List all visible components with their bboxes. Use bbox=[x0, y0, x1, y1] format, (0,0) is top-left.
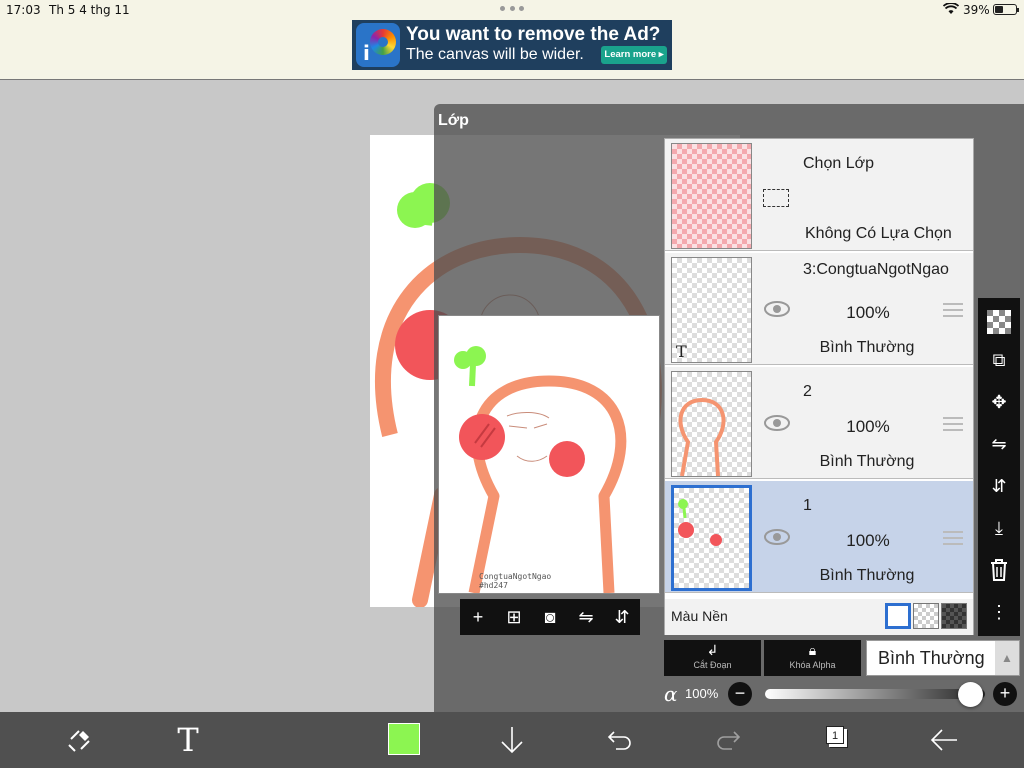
layer-blend-mode: Bình Thường bbox=[819, 567, 915, 584]
alpha-lock-button[interactable]: 🔒︎ Khóa Alpha bbox=[764, 640, 861, 676]
background-color-label: Màu Nền bbox=[671, 608, 728, 624]
lock-icon: 🔒︎ bbox=[808, 642, 817, 658]
alpha-slider-track[interactable] bbox=[765, 689, 985, 699]
drag-handle-icon[interactable] bbox=[943, 303, 963, 317]
bottom-toolbar: T 1 bbox=[0, 712, 1024, 768]
selection-thumbnail bbox=[671, 143, 752, 249]
layer-blend-mode: Bình Thường bbox=[819, 453, 915, 470]
layer-thumbnail bbox=[671, 371, 752, 477]
visibility-eye-icon[interactable] bbox=[763, 299, 791, 319]
camera-icon[interactable]: ◙ bbox=[538, 605, 562, 629]
ad-learn-more-button[interactable]: Learn more ▸ bbox=[601, 46, 667, 64]
layer-row-2[interactable]: 2 100% Bình Thường bbox=[665, 367, 973, 479]
no-selection-text: Không Có Lựa Chọn bbox=[805, 225, 952, 242]
layer-list: Chọn Lớp Không Có Lựa Chọn T 3:CongtuaNg… bbox=[664, 138, 974, 635]
layer-selection-row[interactable]: Chọn Lớp Không Có Lựa Chọn bbox=[665, 139, 973, 251]
alpha-increase-button[interactable]: + bbox=[993, 682, 1017, 706]
alpha-value: 100% bbox=[685, 686, 719, 701]
top-bar: 17:03 Th 5 4 thg 11 39% i You want to re… bbox=[0, 0, 1024, 80]
text-layer-icon: T bbox=[676, 342, 687, 361]
download-arrow-icon[interactable] bbox=[494, 722, 530, 758]
alpha-decrease-button[interactable]: − bbox=[728, 682, 752, 706]
text-tool-icon[interactable]: T bbox=[170, 721, 206, 759]
blend-mode-select[interactable]: Bình Thường ▲ bbox=[866, 640, 1020, 676]
watermark-line1: CongtuaNgotNgao bbox=[479, 572, 552, 581]
add-layer-icon[interactable]: + bbox=[466, 605, 490, 629]
ad-banner[interactable]: i You want to remove the Ad? The canvas … bbox=[352, 20, 672, 70]
clipping-button[interactable]: ↲ Cắt Đoạn bbox=[664, 640, 761, 676]
trash-icon[interactable] bbox=[985, 556, 1013, 584]
dropdown-arrow-icon: ▲ bbox=[995, 641, 1019, 675]
preview-watermark: CongtuaNgotNgao #hd247 bbox=[479, 572, 551, 590]
merge-down-icon[interactable]: ⤓ bbox=[985, 514, 1013, 542]
transform-layer-icon[interactable]: ⧉ bbox=[985, 346, 1013, 374]
preview-artwork bbox=[454, 346, 627, 595]
status-date: Th 5 4 thg 11 bbox=[49, 3, 130, 17]
layer-opacity: 100% bbox=[846, 417, 890, 436]
brush-eraser-swap-icon[interactable] bbox=[62, 722, 98, 758]
flip-horizontal-icon[interactable]: ⇋ bbox=[985, 430, 1013, 458]
visibility-eye-icon[interactable] bbox=[763, 413, 791, 433]
layer-preview: CongtuaNgotNgao #hd247 bbox=[438, 315, 660, 595]
flip-vertical-icon[interactable]: ⇵ bbox=[985, 472, 1013, 500]
back-arrow-icon[interactable] bbox=[926, 722, 962, 758]
battery-percent: 39% bbox=[963, 3, 990, 17]
ad-subtitle: The canvas will be wider. bbox=[406, 46, 584, 63]
redo-icon[interactable] bbox=[710, 722, 746, 758]
drag-handle-icon[interactable] bbox=[943, 417, 963, 431]
layer-thumbnail bbox=[671, 485, 752, 591]
layer-row-3[interactable]: T 3:CongtuaNgotNgao 100% Bình Thường bbox=[665, 253, 973, 365]
undo-icon[interactable] bbox=[602, 722, 638, 758]
more-options-icon[interactable]: ⋮ bbox=[985, 598, 1013, 626]
drag-handle-icon[interactable] bbox=[943, 531, 963, 545]
preview-toolbar: + ⊞ ◙ ⇋ ⇵ bbox=[460, 599, 640, 635]
flip-vertical-icon[interactable]: ⇵ bbox=[610, 605, 634, 629]
alpha-slider-knob[interactable] bbox=[958, 682, 983, 707]
layer-opacity: 100% bbox=[846, 531, 890, 550]
current-color-swatch[interactable] bbox=[388, 723, 420, 755]
status-time: 17:03 bbox=[6, 3, 41, 17]
background-dark-swatch[interactable] bbox=[941, 603, 967, 629]
add-copy-layer-icon[interactable]: ⊞ bbox=[502, 605, 526, 629]
layer-blend-mode: Bình Thường bbox=[819, 339, 915, 356]
flip-horizontal-icon[interactable]: ⇋ bbox=[574, 605, 598, 629]
ibispaint-logo-icon: i bbox=[356, 23, 400, 67]
background-color-row: Màu Nền bbox=[665, 599, 973, 635]
layers-button[interactable]: 1 bbox=[826, 726, 844, 744]
alpha-lock-label: Khóa Alpha bbox=[789, 660, 836, 670]
layer-panel[interactable]: Lớp CongtuaNgotNgao #hd247 + ⊞ ◙ ⇋ ⇵ Chọ… bbox=[434, 104, 1024, 712]
selection-box-icon bbox=[763, 189, 789, 207]
layer-panel-title: Lớp bbox=[438, 112, 469, 129]
visibility-eye-icon[interactable] bbox=[763, 527, 791, 547]
background-transparent-swatch[interactable] bbox=[913, 603, 939, 629]
clipping-label: Cắt Đoạn bbox=[693, 660, 732, 670]
layer-name: Chọn Lớp bbox=[803, 155, 874, 172]
watermark-line2: #hd247 bbox=[479, 581, 508, 590]
layer-row-1[interactable]: 1 100% Bình Thường bbox=[665, 481, 973, 593]
layer-name: 3:CongtuaNgotNgao bbox=[803, 261, 949, 278]
clipping-icon: ↲ bbox=[706, 642, 719, 658]
multitask-dots-icon[interactable] bbox=[500, 6, 524, 12]
move-icon[interactable]: ✥ bbox=[985, 388, 1013, 416]
checker-icon[interactable] bbox=[985, 308, 1013, 336]
battery-icon bbox=[993, 4, 1019, 15]
alpha-symbol: α bbox=[664, 682, 678, 706]
blend-mode-value: Bình Thường bbox=[878, 648, 985, 668]
background-white-swatch[interactable] bbox=[885, 603, 911, 629]
ad-title: You want to remove the Ad? bbox=[406, 24, 661, 45]
layer-opacity: 100% bbox=[846, 303, 890, 322]
layer-name: 1 bbox=[803, 497, 812, 514]
wifi-icon bbox=[943, 3, 959, 14]
layer-name: 2 bbox=[803, 383, 812, 400]
layer-thumbnail: T bbox=[671, 257, 752, 363]
layer-side-toolbar: ⧉ ✥ ⇋ ⇵ ⤓ ⋮ bbox=[978, 298, 1020, 636]
